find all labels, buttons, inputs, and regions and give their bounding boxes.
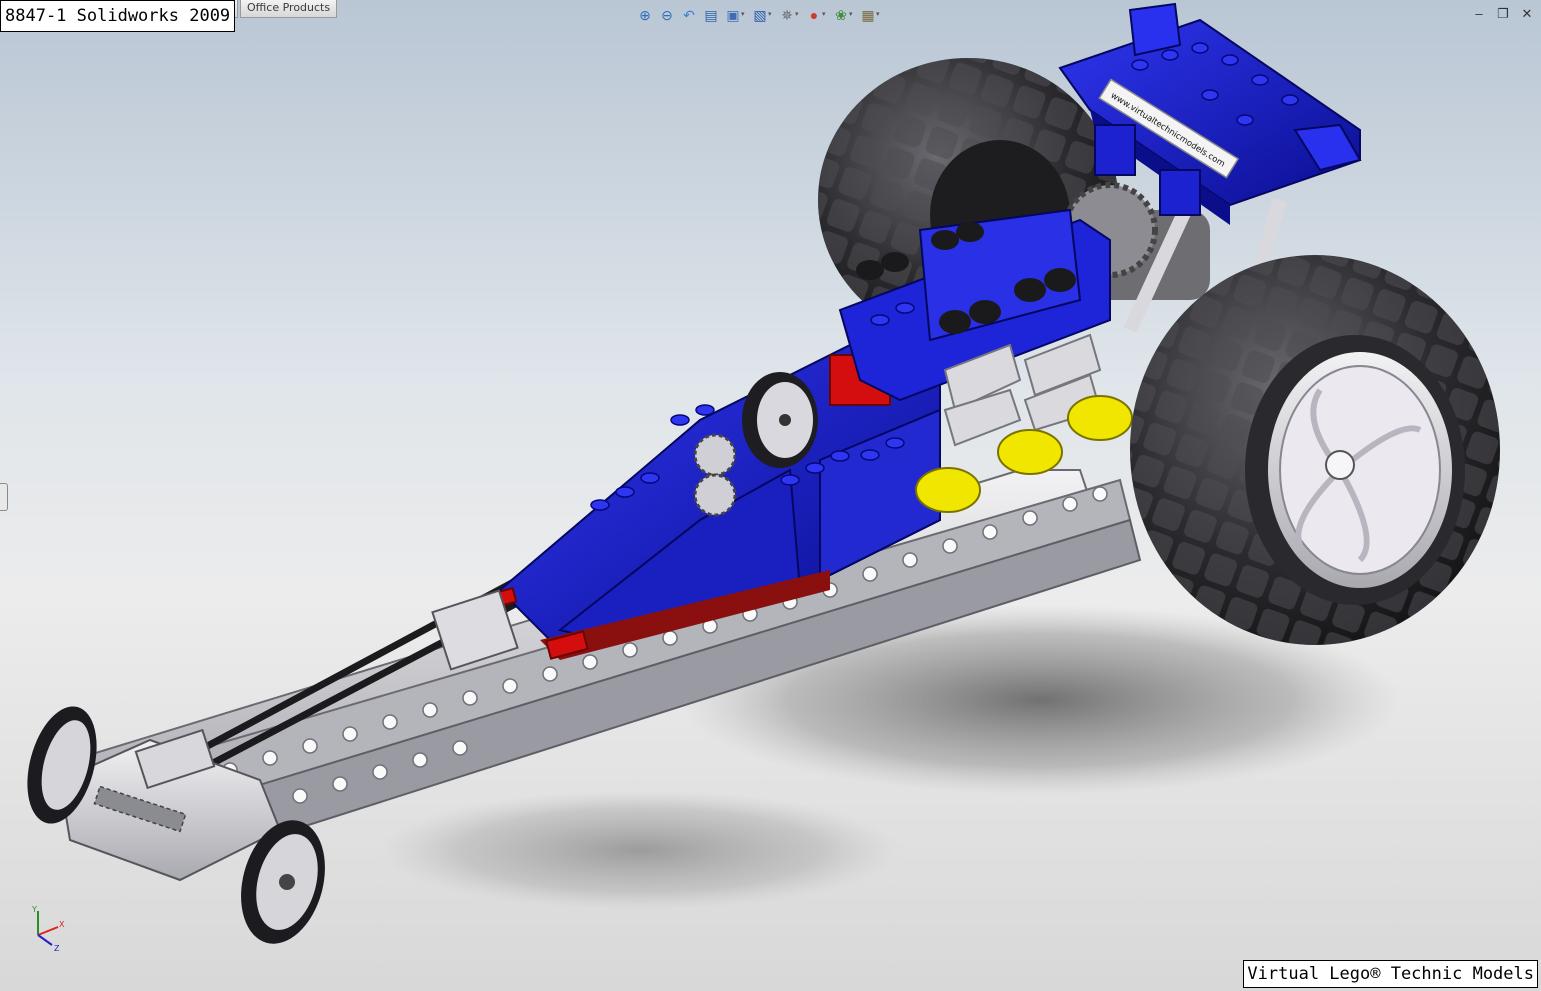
tab-office-products[interactable]: Office Products bbox=[240, 0, 338, 18]
lego-dragster-model[interactable]: www.virtualtechnicmodels.com bbox=[0, 0, 1541, 991]
dropdown-arrow-icon[interactable]: ▾ bbox=[876, 6, 882, 24]
section-view-icon[interactable]: ▤ bbox=[702, 6, 720, 24]
hide-show-items-icon[interactable]: ✵ bbox=[778, 6, 796, 24]
dropdown-arrow-icon[interactable]: ▾ bbox=[741, 6, 747, 24]
apply-scene-icon[interactable]: ❀ bbox=[832, 6, 850, 24]
triad-z-label: Z bbox=[54, 944, 60, 953]
zoom-to-area-icon[interactable]: ⊖ bbox=[658, 6, 676, 24]
dropdown-arrow-icon[interactable]: ▾ bbox=[822, 6, 828, 24]
triad-x-label: X bbox=[59, 920, 65, 929]
display-style-icon[interactable]: ▧ bbox=[751, 6, 769, 24]
ground-shadow bbox=[380, 790, 900, 910]
heads-up-view-toolbar: ⊕ ⊖ ↶ ▤ ▣ ▾ ▧ ▾ ✵ ▾ ● ▾ ❀ ▾ ▦ ▾ bbox=[636, 4, 882, 26]
dropdown-arrow-icon[interactable]: ▾ bbox=[768, 6, 774, 24]
minimize-icon[interactable]: – bbox=[1471, 6, 1487, 22]
restore-icon[interactable]: ❐ bbox=[1495, 6, 1511, 22]
previous-view-icon[interactable]: ↶ bbox=[680, 6, 698, 24]
credit-caption: Virtual Lego® Technic Models bbox=[1243, 960, 1538, 988]
close-icon[interactable]: ✕ bbox=[1519, 6, 1535, 22]
edit-appearance-icon[interactable]: ● bbox=[805, 6, 823, 24]
task-pane-handle[interactable] bbox=[0, 483, 8, 511]
rear-right-wheel bbox=[1130, 255, 1500, 645]
triad-y-label: Y bbox=[31, 905, 37, 914]
dropdown-arrow-icon[interactable]: ▾ bbox=[795, 6, 801, 24]
dropdown-arrow-icon[interactable]: ▾ bbox=[849, 6, 855, 24]
window-controls: – ❐ ✕ bbox=[1471, 6, 1535, 22]
view-orientation-icon[interactable]: ▣ bbox=[724, 6, 742, 24]
title-caption: 8847-1 Solidworks 2009 bbox=[0, 0, 236, 32]
view-settings-icon[interactable]: ▦ bbox=[859, 6, 877, 24]
zoom-to-fit-icon[interactable]: ⊕ bbox=[636, 6, 654, 24]
axis-triad: Y X Z bbox=[31, 905, 65, 953]
